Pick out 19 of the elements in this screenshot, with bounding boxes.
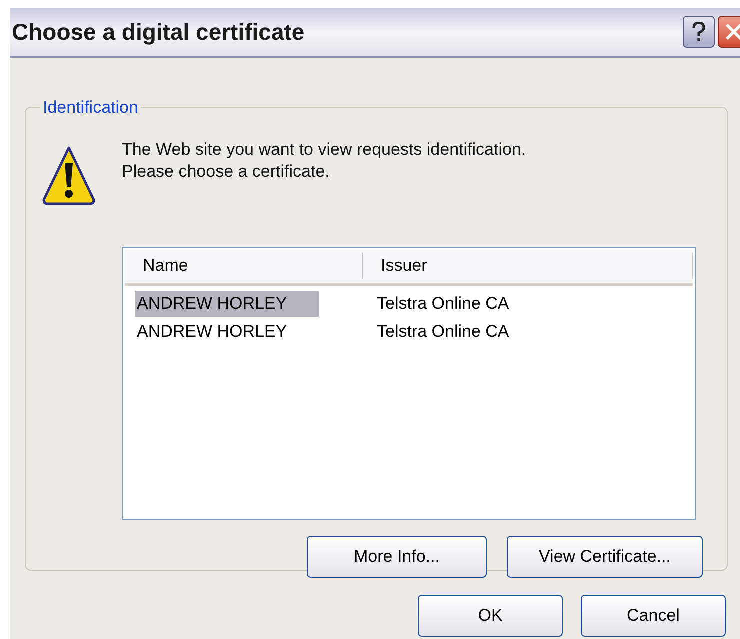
group-legend: Identification [40,95,142,120]
help-button[interactable] [683,16,715,48]
more-info-button[interactable]: More Info... [307,536,487,578]
cancel-button[interactable]: Cancel [581,595,726,637]
certificate-row[interactable]: ANDREW HORLEY Telstra Online CA [125,318,693,346]
column-header[interactable]: Issuer [363,253,693,279]
table-cell-text: Telstra Online CA [376,320,510,343]
warning-icon [42,144,96,206]
table-cell: ANDREW HORLEY [135,290,319,316]
view-certificate-button[interactable]: View Certificate... [507,536,703,578]
table-cell-text: ANDREW HORLEY [136,320,288,342]
table-cell-text: Telstra Online CA [376,292,510,315]
question-mark-icon [692,22,706,42]
request-message: The Web site you want to view requests identification. Please choose a certificate. [122,138,528,182]
close-icon [725,23,740,41]
column-header[interactable]: Name [125,253,363,279]
window-title: Choose a digital certificate [12,18,305,47]
ok-button[interactable]: OK [418,595,563,637]
certificate-row[interactable]: ANDREW HORLEY Telstra Online CA [125,290,693,318]
